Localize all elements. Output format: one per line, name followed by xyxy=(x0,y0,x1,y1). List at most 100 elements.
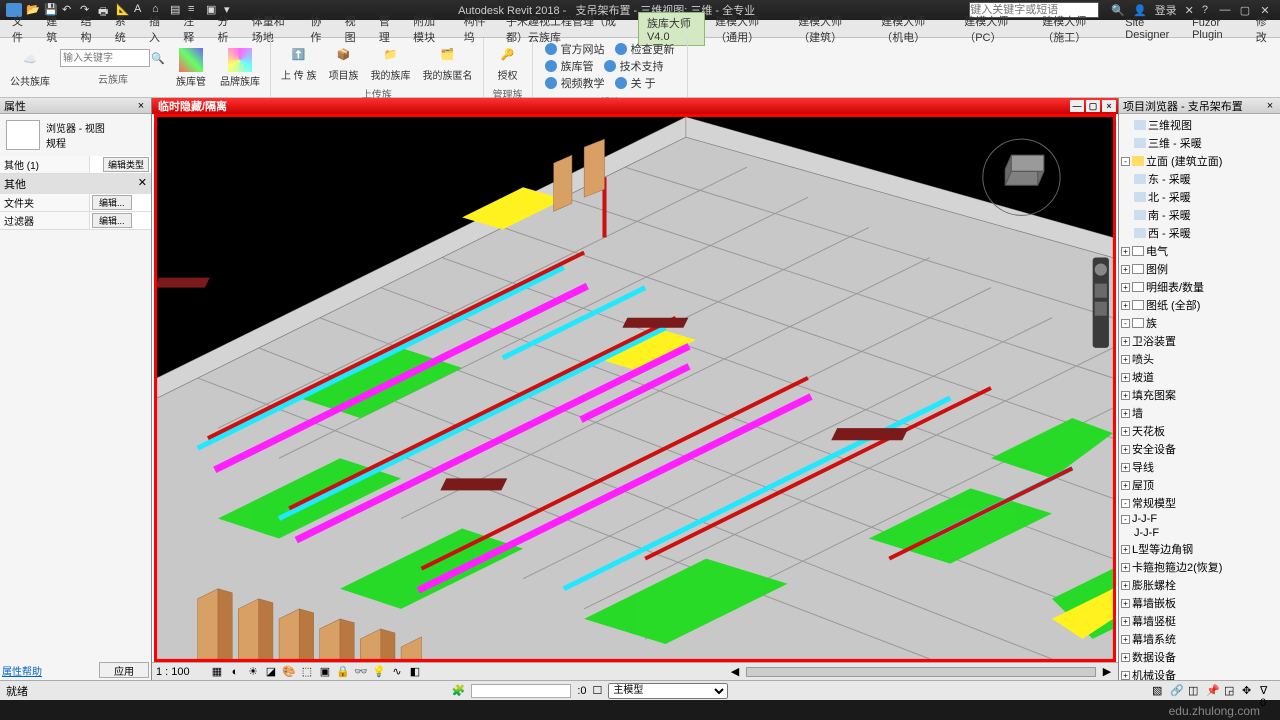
help-link[interactable]: 族库管 xyxy=(545,58,594,74)
tree-node[interactable]: J-J-F xyxy=(1121,526,1278,540)
tree-node[interactable]: +L型等边角钢 xyxy=(1121,540,1278,558)
tree-node[interactable]: +电气 xyxy=(1121,242,1278,260)
expander-icon[interactable]: + xyxy=(1121,301,1130,310)
tree-node[interactable]: +幕墙竖梃 xyxy=(1121,612,1278,630)
shadows-icon[interactable]: ◪ xyxy=(264,665,278,679)
project-tree[interactable]: 三维视图三维 - 采暖-立面 (建筑立面)东 - 采暖北 - 采暖南 - 采暖西… xyxy=(1119,114,1280,680)
scale-value[interactable]: 1 : 100 xyxy=(156,666,206,678)
tree-node[interactable]: -立面 (建筑立面) xyxy=(1121,152,1278,170)
detail-level-icon[interactable]: ▦ xyxy=(210,665,224,679)
view-maximize-icon[interactable]: ▢ xyxy=(1086,100,1100,112)
tree-node[interactable]: +数据设备 xyxy=(1121,648,1278,666)
tree-node[interactable]: +卫浴装置 xyxy=(1121,332,1278,350)
properties-help-link[interactable]: 属性帮助 xyxy=(2,663,42,678)
edit-button[interactable]: 编辑... xyxy=(92,213,132,228)
help-link[interactable]: 官方网站 xyxy=(545,41,605,57)
viewport-canvas[interactable] xyxy=(154,114,1116,662)
tree-node[interactable]: +图纸 (全部) xyxy=(1121,296,1278,314)
workset-input[interactable] xyxy=(471,684,571,698)
family-manage-button[interactable]: 族库管 xyxy=(172,46,210,90)
help-link[interactable]: 检查更新 xyxy=(615,41,675,57)
lock3d-icon[interactable]: 🔒 xyxy=(336,665,350,679)
tree-node[interactable]: +屋顶 xyxy=(1121,476,1278,494)
expander-icon[interactable]: + xyxy=(1121,463,1130,472)
menu-tab[interactable]: Fuzor Plugin xyxy=(1184,15,1246,43)
select-links-icon[interactable]: 🔗 xyxy=(1170,684,1184,698)
filter2-icon[interactable]: ∇ 0 xyxy=(1260,684,1274,698)
tree-node[interactable]: 北 - 采暖 xyxy=(1121,188,1278,206)
my-anon-button[interactable]: 🗂️我的族匿名 xyxy=(419,40,477,84)
search-icon[interactable]: 🔍 xyxy=(150,52,166,65)
tree-node[interactable]: +幕墙系统 xyxy=(1121,630,1278,648)
keyword-input[interactable] xyxy=(60,49,150,67)
expander-icon[interactable]: + xyxy=(1121,617,1130,626)
tree-node[interactable]: +喷头 xyxy=(1121,350,1278,368)
expander-icon[interactable]: + xyxy=(1121,427,1130,436)
select-face-icon[interactable]: ◲ xyxy=(1224,684,1238,698)
menu-tab[interactable]: 建模大师（机电） xyxy=(873,11,954,47)
expander-icon[interactable]: + xyxy=(1121,337,1130,346)
tree-node[interactable]: -族 xyxy=(1121,314,1278,332)
expander-icon[interactable]: + xyxy=(1121,563,1130,572)
editable-only-icon[interactable]: ☐ xyxy=(593,684,603,697)
expander-icon[interactable]: + xyxy=(1121,355,1130,364)
expander-icon[interactable]: + xyxy=(1121,599,1130,608)
sun-path-icon[interactable]: ☀ xyxy=(246,665,260,679)
expander-icon[interactable]: - xyxy=(1121,157,1130,166)
workset-icon[interactable]: 🧩 xyxy=(452,684,466,697)
reveal-icon[interactable]: 💡 xyxy=(372,665,386,679)
expander-icon[interactable]: + xyxy=(1121,671,1130,680)
authorize-button[interactable]: 🔑授权 xyxy=(490,40,526,84)
prop-section-header[interactable]: 其他✕ xyxy=(0,174,151,194)
my-family-button[interactable]: 📁我的族库 xyxy=(367,40,415,84)
edit-type-button[interactable]: 编辑类型 xyxy=(103,157,149,172)
close-icon[interactable]: × xyxy=(135,100,147,112)
help-link[interactable]: 技术支持 xyxy=(604,58,664,74)
project-family-button[interactable]: 📦项目族 xyxy=(325,40,363,84)
tree-node[interactable]: +卡箍抱箍边2(恢复) xyxy=(1121,558,1278,576)
scroll-left-icon[interactable]: ◀ xyxy=(728,665,742,679)
expander-icon[interactable]: - xyxy=(1121,515,1130,524)
menu-tab[interactable]: 建模大师（建筑） xyxy=(790,11,871,47)
close-icon[interactable]: × xyxy=(1264,100,1276,112)
tree-node[interactable]: 三维视图 xyxy=(1121,116,1278,134)
tree-node[interactable]: +填充图案 xyxy=(1121,386,1278,404)
tree-node[interactable]: -J-J-F xyxy=(1121,512,1278,526)
select-pinned-icon[interactable]: 📌 xyxy=(1206,684,1220,698)
expander-icon[interactable]: + xyxy=(1121,265,1130,274)
expander-icon[interactable]: + xyxy=(1121,373,1130,382)
tree-node[interactable]: 东 - 采暖 xyxy=(1121,170,1278,188)
tree-node[interactable]: +安全设备 xyxy=(1121,440,1278,458)
instance-filter[interactable]: 其他 (1) xyxy=(0,156,90,173)
expander-icon[interactable]: - xyxy=(1121,499,1130,508)
tree-node[interactable]: 南 - 采暖 xyxy=(1121,206,1278,224)
tree-node[interactable]: +导线 xyxy=(1121,458,1278,476)
edit-button[interactable]: 编辑... xyxy=(92,195,132,210)
expander-icon[interactable]: + xyxy=(1121,445,1130,454)
menu-tab[interactable]: 建模大师（PC） xyxy=(956,11,1032,47)
view-minimize-icon[interactable]: — xyxy=(1070,100,1084,112)
tree-node[interactable]: -常规模型 xyxy=(1121,494,1278,512)
drag-icon[interactable]: ✥ xyxy=(1242,684,1256,698)
public-family-button[interactable]: ☁️ 公共族库 xyxy=(6,46,54,90)
expander-icon[interactable]: + xyxy=(1121,481,1130,490)
expander-icon[interactable]: + xyxy=(1121,391,1130,400)
crop-icon[interactable]: ⬚ xyxy=(300,665,314,679)
expander-icon[interactable]: + xyxy=(1121,409,1130,418)
apply-button[interactable]: 应用 xyxy=(99,662,149,678)
expander-icon[interactable]: + xyxy=(1121,635,1130,644)
brand-family-button[interactable]: 品牌族库 xyxy=(216,46,264,90)
crop-visible-icon[interactable]: ▣ xyxy=(318,665,332,679)
tree-node[interactable]: +机械设备 xyxy=(1121,666,1278,680)
expander-icon[interactable]: + xyxy=(1121,545,1130,554)
menu-tab[interactable]: Site Designer xyxy=(1117,15,1182,43)
expander-icon[interactable]: + xyxy=(1121,581,1130,590)
tree-node[interactable]: +墙 xyxy=(1121,404,1278,422)
analytical-icon[interactable]: ∿ xyxy=(390,665,404,679)
tree-node[interactable]: +天花板 xyxy=(1121,422,1278,440)
view-close-icon[interactable]: × xyxy=(1102,100,1116,112)
tree-node[interactable]: +坡道 xyxy=(1121,368,1278,386)
help-link[interactable]: 关 于 xyxy=(615,75,656,91)
help-link[interactable]: 视频教学 xyxy=(545,75,605,91)
scroll-right-icon[interactable]: ▶ xyxy=(1100,665,1114,679)
